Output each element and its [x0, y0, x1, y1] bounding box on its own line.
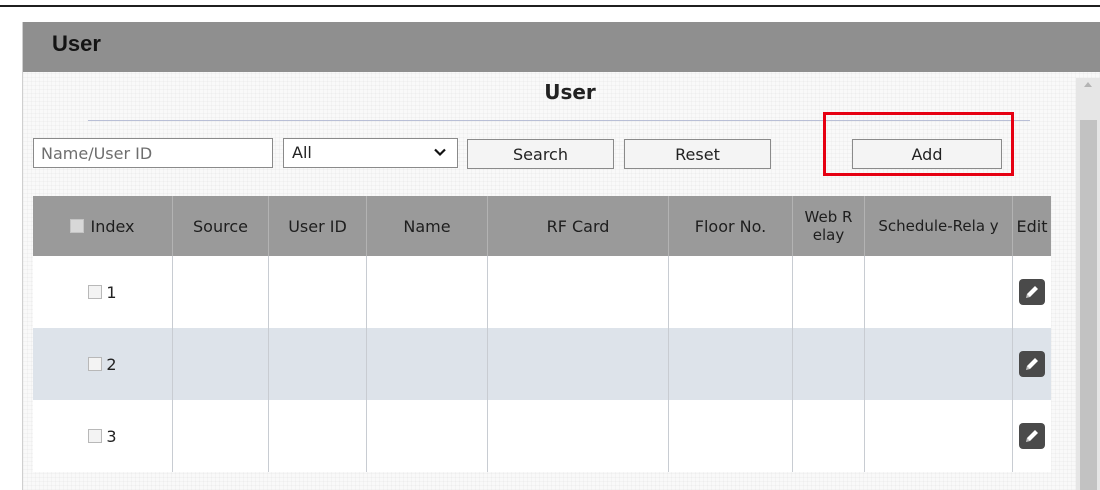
search-input[interactable] — [33, 138, 273, 168]
column-header-edit: Edit — [1016, 216, 1048, 236]
web-relay-cell — [793, 256, 865, 328]
web-relay-cell — [793, 328, 865, 400]
rf-card-cell — [488, 400, 669, 472]
row-index: 1 — [106, 282, 117, 302]
table-row: 3 — [33, 400, 1051, 472]
source-cell — [173, 328, 269, 400]
edit-pencil-icon[interactable] — [1019, 351, 1045, 377]
index-cell: 1 — [33, 256, 173, 328]
scrollbar-thumb[interactable] — [1080, 120, 1097, 490]
edit-cell — [1013, 328, 1051, 400]
select-all-checkbox[interactable] — [70, 219, 85, 233]
table-row: 2 — [33, 328, 1051, 400]
column-header-rf-card: RF Card — [488, 196, 669, 256]
section-title: User — [544, 80, 596, 104]
index-cell: 3 — [33, 400, 173, 472]
source-cell — [173, 400, 269, 472]
column-header-name: Name — [367, 196, 488, 256]
schedule-relay-cell — [865, 256, 1013, 328]
rf-card-cell — [488, 256, 669, 328]
index-cell: 2 — [33, 328, 173, 400]
scroll-up-arrow-icon[interactable] — [1084, 82, 1092, 87]
user-id-cell — [269, 400, 367, 472]
edit-cell — [1013, 256, 1051, 328]
edit-pencil-icon[interactable] — [1019, 423, 1045, 449]
source-cell — [173, 256, 269, 328]
rf-card-cell — [488, 328, 669, 400]
user-id-cell — [269, 256, 367, 328]
edit-cell — [1013, 400, 1051, 472]
row-checkbox[interactable] — [88, 285, 103, 299]
column-header-floor-no: Floor No. — [669, 196, 793, 256]
schedule-relay-cell — [865, 328, 1013, 400]
name-cell — [367, 328, 488, 400]
vertical-scrollbar[interactable] — [1076, 78, 1100, 490]
column-header-source: Source — [173, 196, 269, 256]
search-button[interactable]: Search — [467, 139, 614, 169]
chevron-down-icon — [434, 148, 446, 157]
reset-button[interactable]: Reset — [624, 139, 771, 169]
add-button[interactable]: Add — [852, 139, 1002, 169]
floor-no-cell — [669, 400, 793, 472]
column-header-schedule-relay: Schedule-Rela y — [865, 196, 1013, 256]
row-index: 2 — [106, 354, 117, 374]
table-header: Index Source User ID Name RF Card Floor … — [33, 196, 1051, 256]
row-index: 3 — [106, 426, 117, 446]
edit-pencil-icon[interactable] — [1019, 279, 1045, 305]
page-title: User — [52, 31, 101, 56]
column-header-user-id: User ID — [269, 196, 367, 256]
name-cell — [367, 400, 488, 472]
schedule-relay-cell — [865, 400, 1013, 472]
top-border — [0, 5, 1100, 7]
table-row: 1 — [33, 256, 1051, 328]
row-checkbox[interactable] — [88, 429, 103, 443]
column-header-label: Index — [90, 216, 135, 236]
floor-no-cell — [669, 256, 793, 328]
source-filter-select[interactable]: All — [283, 138, 458, 168]
source-filter-value: All — [292, 143, 312, 162]
name-cell — [367, 256, 488, 328]
column-header-index: Index — [33, 196, 173, 256]
web-relay-cell — [793, 400, 865, 472]
user-id-cell — [269, 328, 367, 400]
floor-no-cell — [669, 328, 793, 400]
column-header-web-relay: Web R elay — [793, 196, 865, 256]
header-bar: User — [23, 22, 1100, 72]
row-checkbox[interactable] — [88, 357, 103, 371]
user-table: Index Source User ID Name RF Card Floor … — [33, 196, 1051, 472]
section-divider — [88, 120, 1030, 121]
